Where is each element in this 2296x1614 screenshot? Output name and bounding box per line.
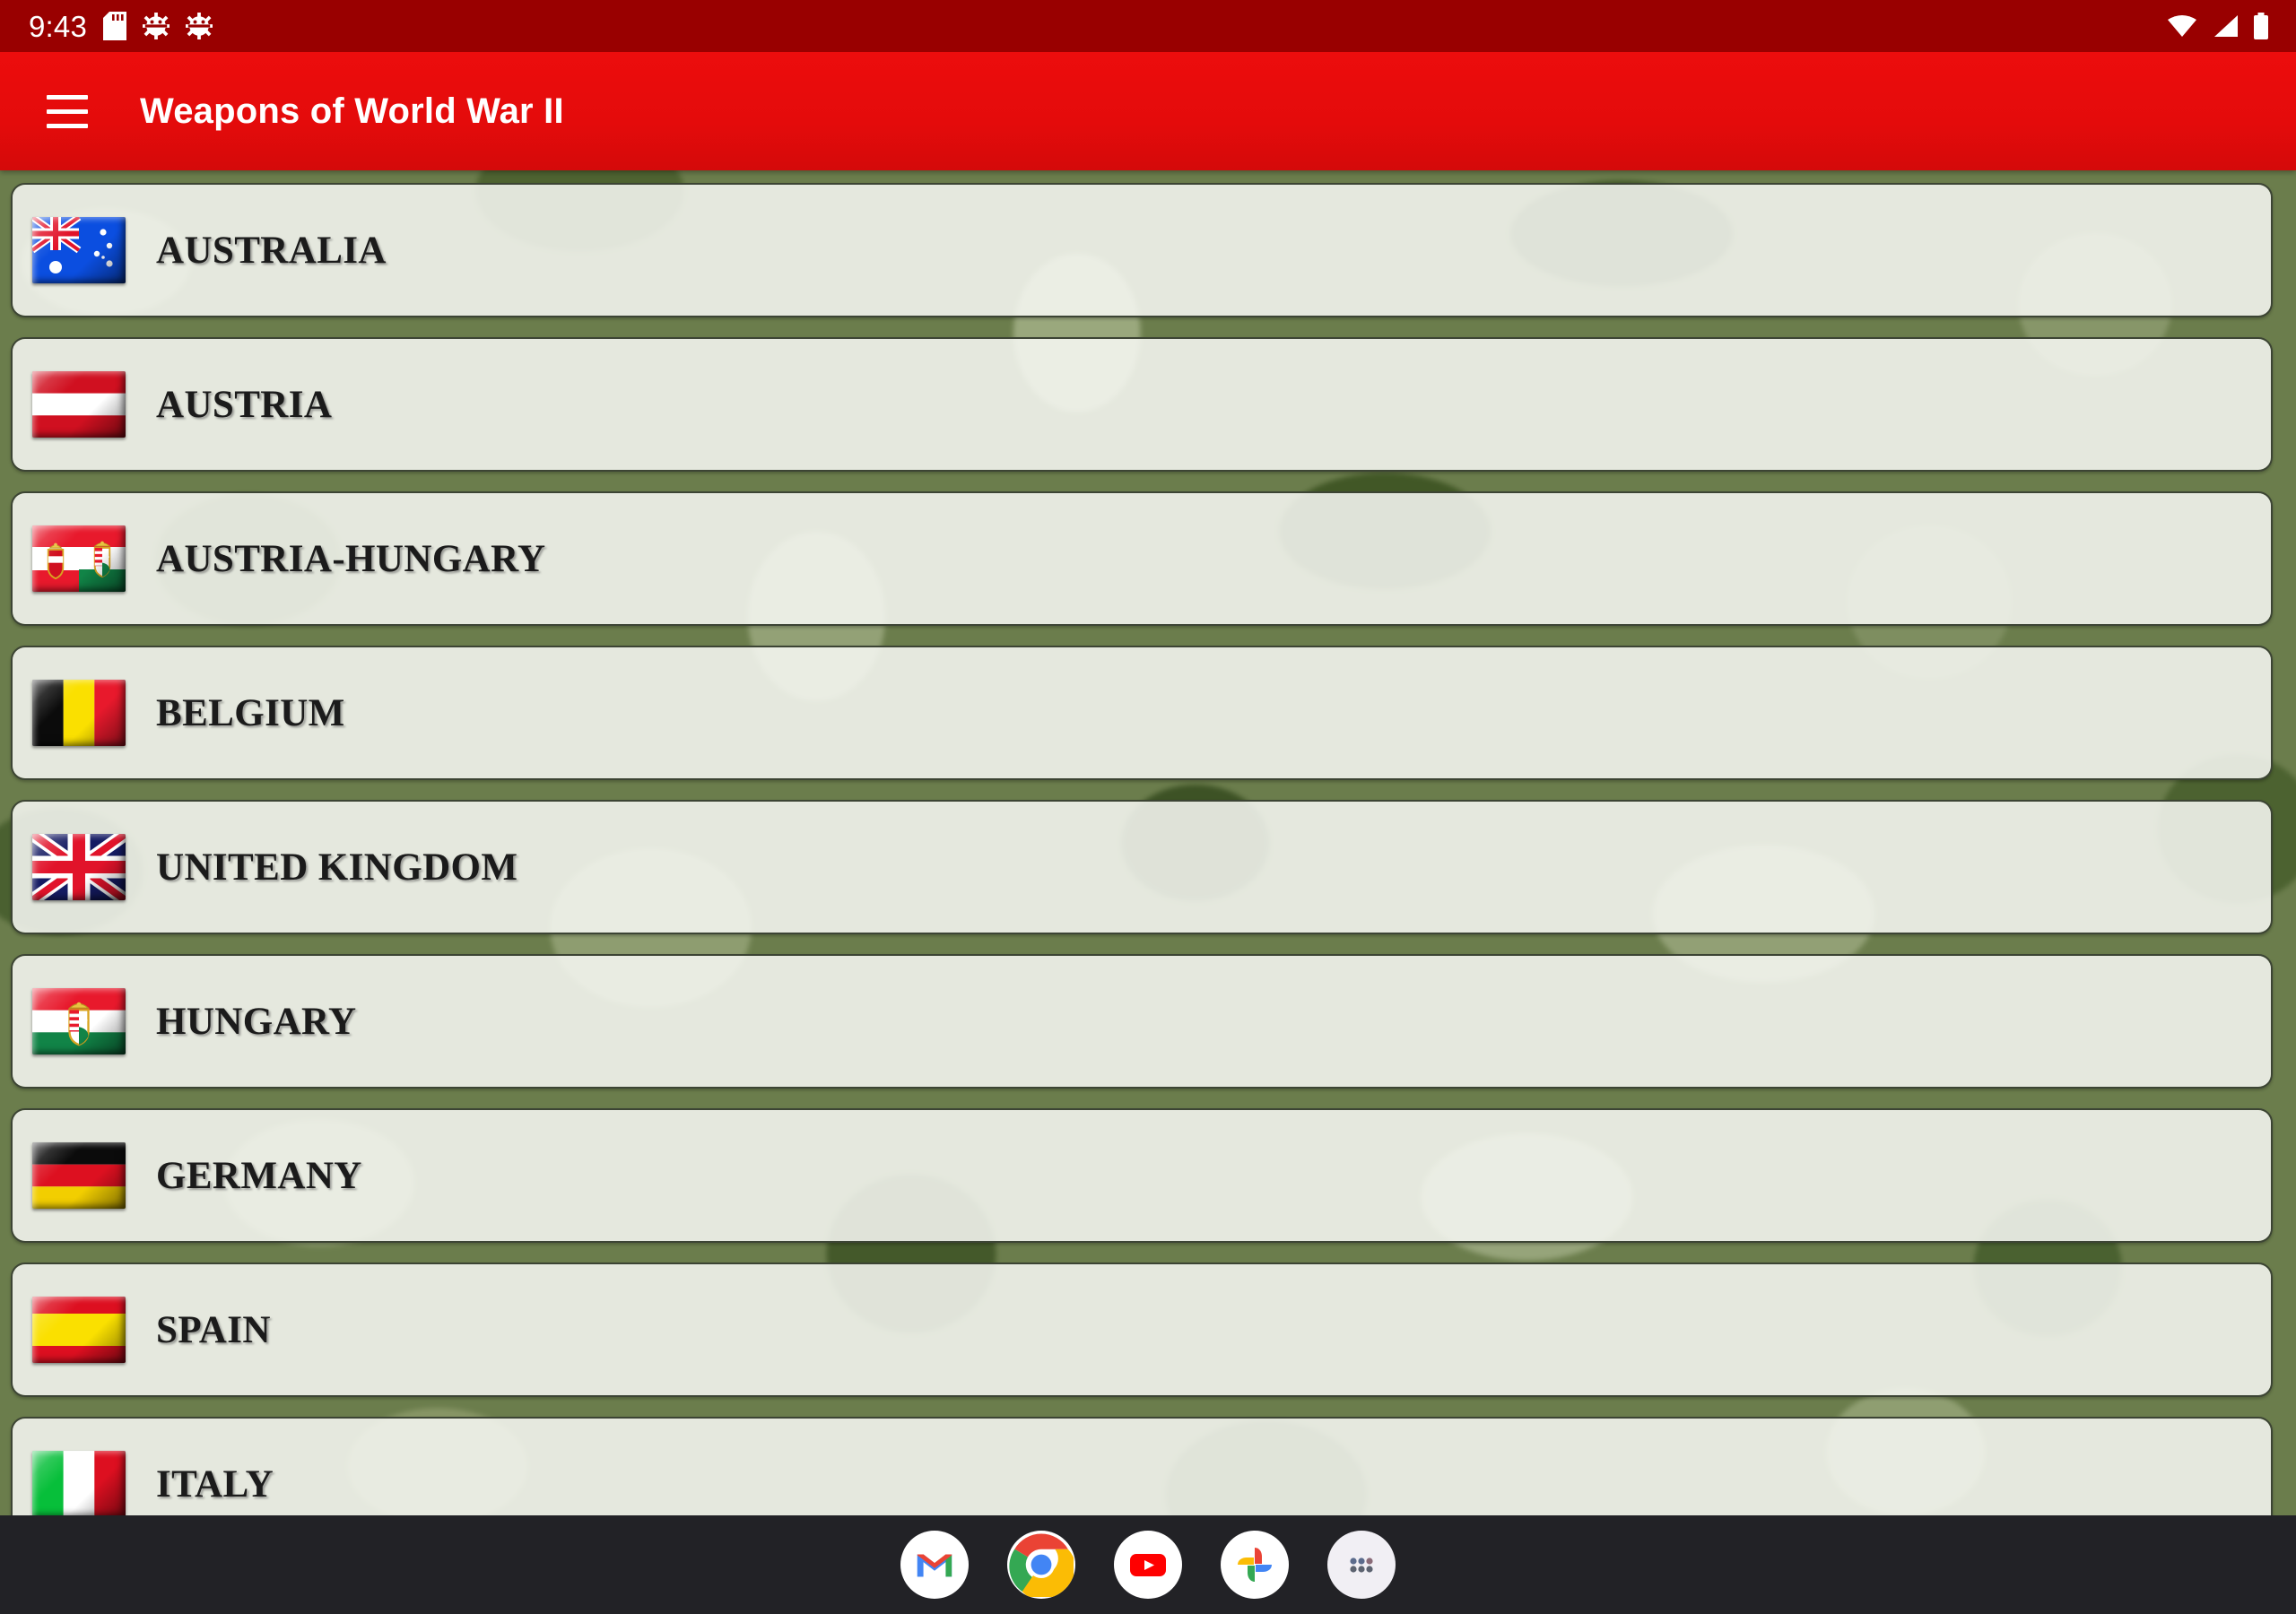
- country-list-item[interactable]: AUSTRIA: [11, 337, 2273, 472]
- gear-icon: [186, 13, 213, 39]
- status-bar-right: [2167, 13, 2269, 39]
- united-kingdom-flag: [32, 834, 126, 900]
- country-name-label: UNITED KINGDOM: [156, 846, 518, 889]
- country-list-item[interactable]: UNITED KINGDOM: [11, 800, 2273, 934]
- app-drawer-icon[interactable]: [1327, 1531, 1396, 1599]
- australia-flag: [32, 217, 126, 283]
- country-name-label: AUSTRALIA: [156, 229, 387, 272]
- battery-icon: [2254, 13, 2268, 39]
- status-bar: 9:43: [0, 0, 2296, 52]
- country-name-label: AUSTRIA: [156, 383, 333, 426]
- hungary-flag: [32, 988, 126, 1054]
- wifi-icon: [2168, 15, 2196, 37]
- country-list-item[interactable]: GERMANY: [11, 1108, 2273, 1243]
- country-list-item[interactable]: ITALY: [11, 1417, 2273, 1515]
- youtube-icon[interactable]: [1114, 1531, 1182, 1599]
- country-name-label: AUSTRIA-HUNGARY: [156, 537, 546, 580]
- country-list-item[interactable]: AUSTRALIA: [11, 183, 2273, 317]
- italy-flag: [32, 1451, 126, 1515]
- country-list-item[interactable]: HUNGARY: [11, 954, 2273, 1089]
- status-bar-clock: 9:43: [29, 9, 88, 43]
- chrome-icon[interactable]: [1007, 1531, 1075, 1599]
- austria-flag: [32, 371, 126, 438]
- signal-icon: [2214, 15, 2238, 37]
- germany-flag: [32, 1142, 126, 1209]
- country-name-label: SPAIN: [156, 1308, 271, 1351]
- status-bar-left: 9:43: [29, 12, 213, 41]
- app-root: 9:43 Weapons of World War II AUSTRALIA A…: [0, 0, 2296, 1614]
- belgium-flag: [32, 680, 126, 746]
- google-photos-icon[interactable]: [1221, 1531, 1289, 1599]
- page-title: Weapons of World War II: [140, 91, 564, 131]
- country-list-item[interactable]: BELGIUM: [11, 646, 2273, 780]
- hamburger-menu-icon[interactable]: [34, 78, 100, 144]
- country-name-label: GERMANY: [156, 1154, 362, 1197]
- content-area: AUSTRALIA AUSTRIA AUSTRIA-HUNGARY BELGIU…: [0, 170, 2296, 1515]
- country-name-label: HUNGARY: [156, 1000, 357, 1043]
- spain-flag: [32, 1297, 126, 1363]
- sd-card-icon: [103, 12, 127, 40]
- gear-icon: [143, 13, 170, 39]
- austria-hungary-flag: [32, 525, 126, 592]
- country-list[interactable]: AUSTRALIA AUSTRIA AUSTRIA-HUNGARY BELGIU…: [0, 170, 2296, 1515]
- country-list-item[interactable]: SPAIN: [11, 1263, 2273, 1397]
- country-list-item[interactable]: AUSTRIA-HUNGARY: [11, 491, 2273, 626]
- country-name-label: BELGIUM: [156, 691, 345, 734]
- app-bar: Weapons of World War II: [0, 52, 2296, 170]
- android-dock: [0, 1515, 2296, 1614]
- country-name-label: ITALY: [156, 1462, 274, 1506]
- gmail-icon[interactable]: [900, 1531, 969, 1599]
